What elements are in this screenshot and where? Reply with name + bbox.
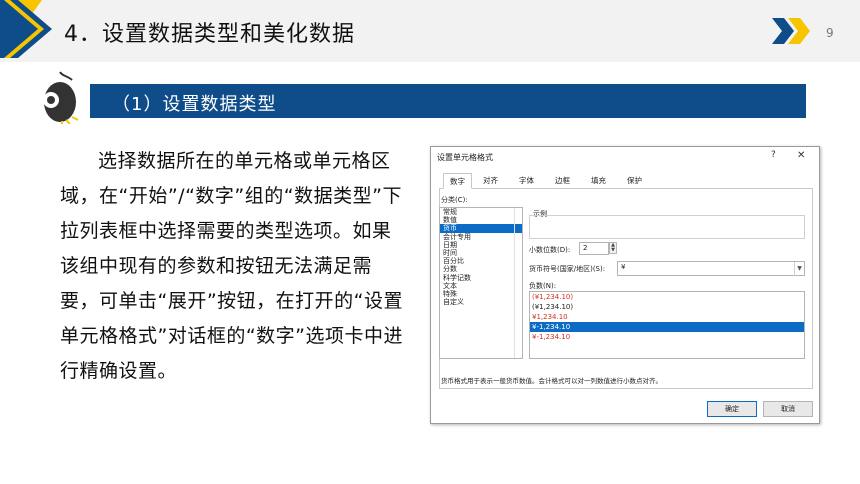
cancel-button[interactable]: 取消 bbox=[763, 401, 813, 417]
page-number: 9 bbox=[826, 26, 834, 40]
negative-number-option[interactable]: ¥-1,234.10 bbox=[530, 332, 804, 342]
decimal-places-label: 小数位数(D): bbox=[529, 246, 571, 254]
category-item[interactable]: 科学记数 bbox=[440, 274, 522, 282]
chevron-down-icon[interactable]: ▼ bbox=[794, 262, 804, 276]
help-icon[interactable]: ? bbox=[771, 150, 776, 160]
negative-number-option[interactable]: (¥1,234.10) bbox=[530, 292, 804, 302]
tab-font[interactable]: 字体 bbox=[519, 175, 534, 186]
mouse-icon bbox=[43, 71, 79, 124]
negative-number-option[interactable]: ¥1,234.10 bbox=[530, 312, 804, 322]
body-paragraph: 选择数据所在的单元格或单元格区域，在“开始”/“数字”组的“数据类型”下拉列表框… bbox=[60, 150, 404, 382]
section-title: （1）设置数据类型 bbox=[112, 94, 277, 115]
category-item[interactable]: 常规 bbox=[440, 208, 522, 216]
format-cells-dialog: 设置单元格格式 ? ✕ 数字 对齐 字体 边框 填充 保护 分类(C): 常规数… bbox=[430, 146, 820, 424]
currency-symbol-label: 货币符号(国家/地区)(S): bbox=[529, 265, 606, 273]
chevron-right-icon bbox=[772, 18, 810, 44]
tab-protection[interactable]: 保护 bbox=[627, 175, 642, 186]
category-list[interactable]: 常规 数值 货币 会计专用 日期 时间 百分比 分数 科学记数 文本 特殊 自定义 bbox=[439, 207, 523, 359]
ok-button[interactable]: 确定 bbox=[707, 401, 757, 417]
tab-number[interactable]: 数字 bbox=[443, 173, 472, 189]
page-title: 4．设置数据类型和美化数据 bbox=[64, 22, 355, 47]
negative-number-option[interactable]: (¥1,234.10) bbox=[530, 302, 804, 312]
category-item[interactable]: 自定义 bbox=[440, 298, 522, 306]
category-item[interactable]: 文本 bbox=[440, 282, 522, 290]
decimal-places-input[interactable]: 2 bbox=[579, 242, 609, 255]
category-label: 分类(C): bbox=[441, 196, 468, 204]
category-item[interactable]: 时间 bbox=[440, 249, 522, 257]
category-item[interactable]: 日期 bbox=[440, 241, 522, 249]
header-corner-blue bbox=[0, 0, 52, 58]
tab-fill[interactable]: 填充 bbox=[591, 175, 606, 186]
sample-box bbox=[529, 215, 805, 239]
section-header: （1）设置数据类型 bbox=[90, 84, 806, 118]
category-item[interactable]: 会计专用 bbox=[440, 233, 522, 241]
negative-number-option[interactable]: ¥-1,234.10 bbox=[530, 322, 804, 332]
tab-alignment[interactable]: 对齐 bbox=[483, 175, 498, 186]
currency-symbol-select[interactable]: ¥ ▼ bbox=[617, 261, 805, 276]
dialog-description: 货币格式用于表示一般货币数值。会计格式可以对一列数值进行小数点对齐。 bbox=[441, 377, 662, 385]
category-item[interactable]: 货币 bbox=[440, 224, 522, 233]
dialog-title: 设置单元格格式 bbox=[437, 153, 493, 162]
close-icon[interactable]: ✕ bbox=[797, 150, 805, 161]
category-item[interactable]: 特殊 bbox=[440, 290, 522, 298]
decimal-spinner[interactable]: ▲ ▼ bbox=[609, 242, 617, 254]
category-scrollbar[interactable] bbox=[514, 208, 522, 358]
negative-numbers-list[interactable]: (¥1,234.10) (¥1,234.10) ¥1,234.10 ¥-1,234.1… bbox=[529, 291, 805, 359]
negative-numbers-label: 负数(N): bbox=[529, 282, 557, 290]
dialog-tabs: 数字 对齐 字体 边框 填充 保护 bbox=[439, 173, 813, 189]
category-item[interactable]: 分数 bbox=[440, 265, 522, 273]
tab-border[interactable]: 边框 bbox=[555, 175, 570, 186]
currency-symbol-value: ¥ bbox=[621, 263, 626, 271]
